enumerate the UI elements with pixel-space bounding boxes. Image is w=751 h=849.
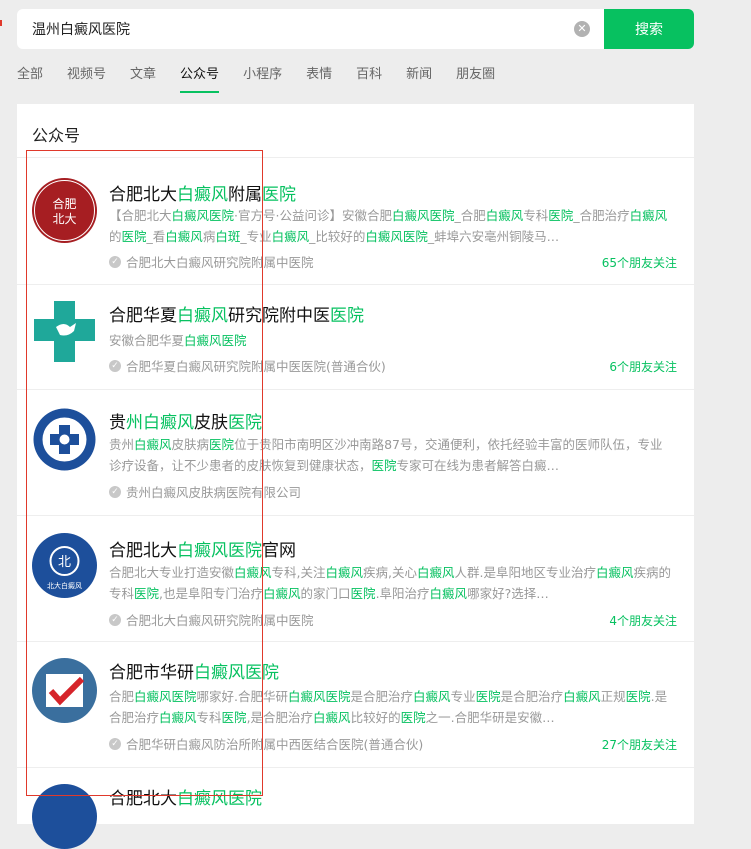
avatar: 北 北大白癜风 xyxy=(32,533,97,598)
edge-marker xyxy=(0,20,2,26)
list-item[interactable]: 合肥北大白癜风医院 xyxy=(17,768,694,849)
tab-encyclopedia[interactable]: 百科 xyxy=(356,63,382,93)
item-title[interactable]: 合肥北大白癜风附属医院 xyxy=(109,180,296,205)
item-description: 【合肥北大白癜风医院·官方号·公益问诊】安徽合肥白癜风医院_合肥白癜风专科医院_… xyxy=(109,208,668,244)
tab-channels[interactable]: 视频号 xyxy=(67,63,106,93)
hospital-emblem-icon xyxy=(33,408,96,471)
verified-icon: ✓ xyxy=(109,255,121,268)
item-description: 合肥白癜风医院哪家好.合肥华研白癜风医院是合肥治疗白癜风专业医院是合肥治疗白癜风… xyxy=(109,689,668,725)
hospital-logo-icon: 合肥 北大 xyxy=(34,180,95,241)
friends-count: 6个朋友关注 xyxy=(609,360,677,374)
list-item[interactable]: 合肥市华研白癜风医院 合肥白癜风医院哪家好.合肥华研白癜风医院是合肥治疗白癜风专… xyxy=(17,642,694,768)
tab-news[interactable]: 新闻 xyxy=(406,63,432,93)
hospital-logo-icon: 北 北大白癜风 xyxy=(47,546,82,590)
svg-text:北大: 北大 xyxy=(52,212,76,226)
avatar xyxy=(32,784,97,849)
list-item[interactable]: 合肥 北大 合肥北大白癜风附属医院 【合肥北大白癜风医院·官方号·公益问诊】安徽… xyxy=(17,158,694,285)
tab-moments[interactable]: 朋友圈 xyxy=(456,63,495,93)
tab-bar: 全部 视频号 文章 公众号 小程序 表情 百科 新闻 朋友圈 xyxy=(17,63,519,93)
item-source: ✓ 合肥北大白癜风研究院附属中医院 xyxy=(109,252,314,271)
avatar xyxy=(32,299,97,364)
verified-icon: ✓ xyxy=(109,359,121,372)
item-source: ✓ 合肥北大白癜风研究院附属中医院 xyxy=(109,610,314,629)
search-input[interactable] xyxy=(32,21,552,37)
item-source: ✓ 贵州白癜风皮肤病医院有限公司 xyxy=(109,482,301,501)
avatar xyxy=(32,658,97,723)
search-button[interactable]: 搜索 xyxy=(604,9,694,49)
medical-cross-icon xyxy=(34,301,95,362)
tab-mini-programs[interactable]: 小程序 xyxy=(243,63,282,93)
verified-icon: ✓ xyxy=(109,485,121,498)
section-title: 公众号 xyxy=(32,126,81,145)
list-item[interactable]: 合肥华夏白癜风研究院附中医医院 安徽合肥华夏白癜风医院 ✓ 合肥华夏白癜风研究院附… xyxy=(17,285,694,390)
svg-text:合肥: 合肥 xyxy=(52,196,76,211)
tab-official-accounts[interactable]: 公众号 xyxy=(180,63,220,93)
tab-articles[interactable]: 文章 xyxy=(130,63,156,93)
item-description: 贵州白癜风皮肤病医院位于贵阳市南明区沙冲南路87号，交通便利，依托经验丰富的医师… xyxy=(109,437,663,473)
tab-all[interactable]: 全部 xyxy=(17,63,43,93)
item-source: ✓ 合肥华夏白癜风研究院附属中医医院(普通合伙) xyxy=(109,356,386,375)
item-title[interactable]: 合肥华夏白癜风研究院附中医医院 xyxy=(109,301,364,326)
avatar: 合肥 北大 xyxy=(32,178,97,243)
svg-text:北: 北 xyxy=(58,555,71,570)
friends-count: 27个朋友关注 xyxy=(601,738,677,752)
item-description: 合肥北大专业打造安徽白癜风专科,关注白癜风疾病,关心白癜风人群.是阜阳地区专业治… xyxy=(109,565,672,601)
item-title[interactable]: 贵州白癜风皮肤医院 xyxy=(109,408,262,433)
search-bar: ✕ 搜索 xyxy=(17,9,694,49)
item-title[interactable]: 合肥市华研白癜风医院 xyxy=(109,658,279,683)
avatar xyxy=(32,407,97,472)
clear-icon[interactable]: ✕ xyxy=(574,21,590,37)
svg-text:北大白癜风: 北大白癜风 xyxy=(47,581,82,590)
verified-icon: ✓ xyxy=(109,737,121,750)
item-description: 安徽合肥华夏白癜风医院 xyxy=(109,333,247,348)
list-item[interactable]: 北 北大白癜风 合肥北大白癜风医院官网 合肥北大专业打造安徽白癜风专科,关注白癜… xyxy=(17,516,694,642)
checkmark-icon xyxy=(46,674,85,707)
friends-count: 4个朋友关注 xyxy=(609,614,677,628)
friends-count: 65个朋友关注 xyxy=(601,256,677,270)
list-item[interactable]: 贵州白癜风皮肤医院 贵州白癜风皮肤病医院位于贵阳市南明区沙冲南路87号，交通便利… xyxy=(17,390,694,516)
verified-icon: ✓ xyxy=(109,613,121,626)
item-title[interactable]: 合肥北大白癜风医院 xyxy=(109,784,262,809)
item-source: ✓ 合肥华研白癜风防治所附属中西医结合医院(普通合伙) xyxy=(109,734,423,753)
item-title[interactable]: 合肥北大白癜风医院官网 xyxy=(109,536,296,561)
results-panel: 公众号 合肥 北大 合肥北大白癜风附属医院 【合肥北大白癜风医院·官方号·公益问… xyxy=(17,104,694,849)
tab-stickers[interactable]: 表情 xyxy=(306,63,332,93)
search-box[interactable]: ✕ xyxy=(17,9,604,49)
